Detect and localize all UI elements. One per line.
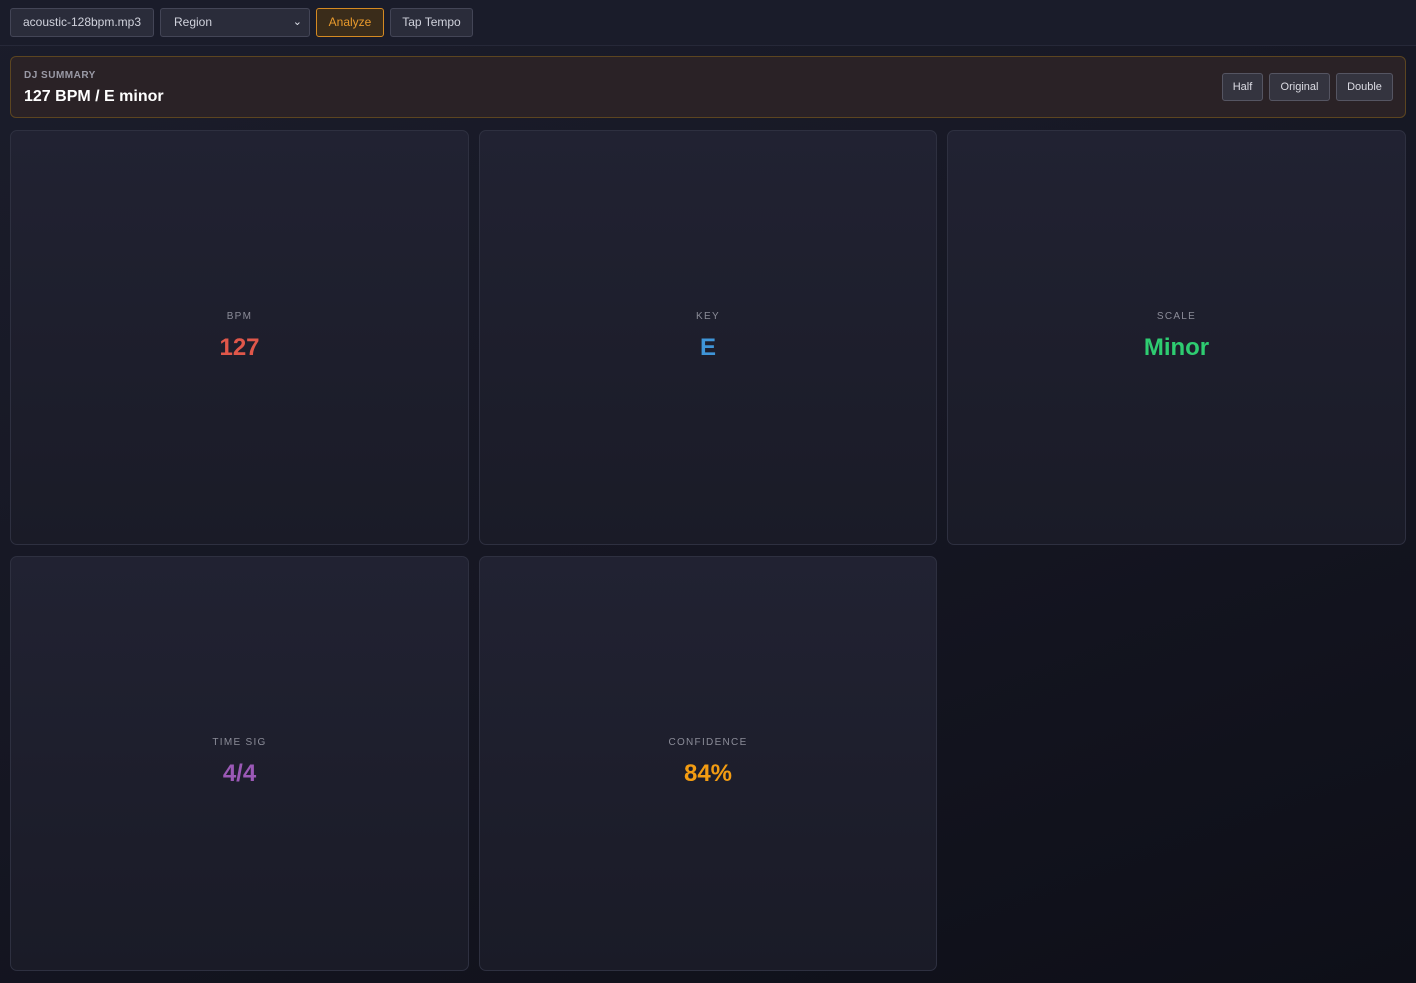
confidence-label: CONFIDENCE	[668, 737, 748, 748]
bpm-label: BPM	[226, 311, 253, 322]
scale-card: SCALE Minor	[947, 130, 1406, 545]
region-select[interactable]: Region ⌄	[160, 8, 310, 37]
dj-summary-label: DJ SUMMARY	[24, 70, 96, 81]
half-tempo-button[interactable]: Half	[1222, 73, 1263, 101]
original-tempo-button[interactable]: Original	[1269, 73, 1330, 101]
time-sig-card: TIME SIG 4/4	[10, 556, 469, 971]
analyze-button[interactable]: Analyze	[316, 8, 384, 37]
chevron-down-icon: ⌄	[292, 16, 302, 28]
confidence-value: 84%	[683, 760, 733, 787]
key-label: KEY	[696, 311, 720, 322]
file-button[interactable]: acoustic-128bpm.mp3	[10, 8, 154, 37]
bpm-value: 127	[219, 334, 260, 361]
key-card: KEY E	[479, 130, 937, 545]
dj-summary-panel: DJ SUMMARY 127 BPM / E minor Half Origin…	[10, 56, 1406, 118]
bpm-card: BPM 127	[10, 130, 469, 545]
confidence-card: CONFIDENCE 84%	[479, 556, 937, 971]
time-sig-value: 4/4	[222, 760, 257, 787]
region-select-value: Region	[174, 15, 213, 29]
scale-value: Minor	[1143, 334, 1210, 361]
key-value: E	[699, 334, 716, 361]
time-sig-label: TIME SIG	[212, 737, 267, 748]
dj-summary-value: 127 BPM / E minor	[24, 88, 164, 105]
toolbar: acoustic-128bpm.mp3 Region ⌄ Analyze Tap…	[0, 0, 1416, 46]
tap-tempo-button[interactable]: Tap Tempo	[390, 8, 473, 37]
double-tempo-button[interactable]: Double	[1336, 73, 1393, 101]
scale-label: SCALE	[1156, 311, 1197, 322]
